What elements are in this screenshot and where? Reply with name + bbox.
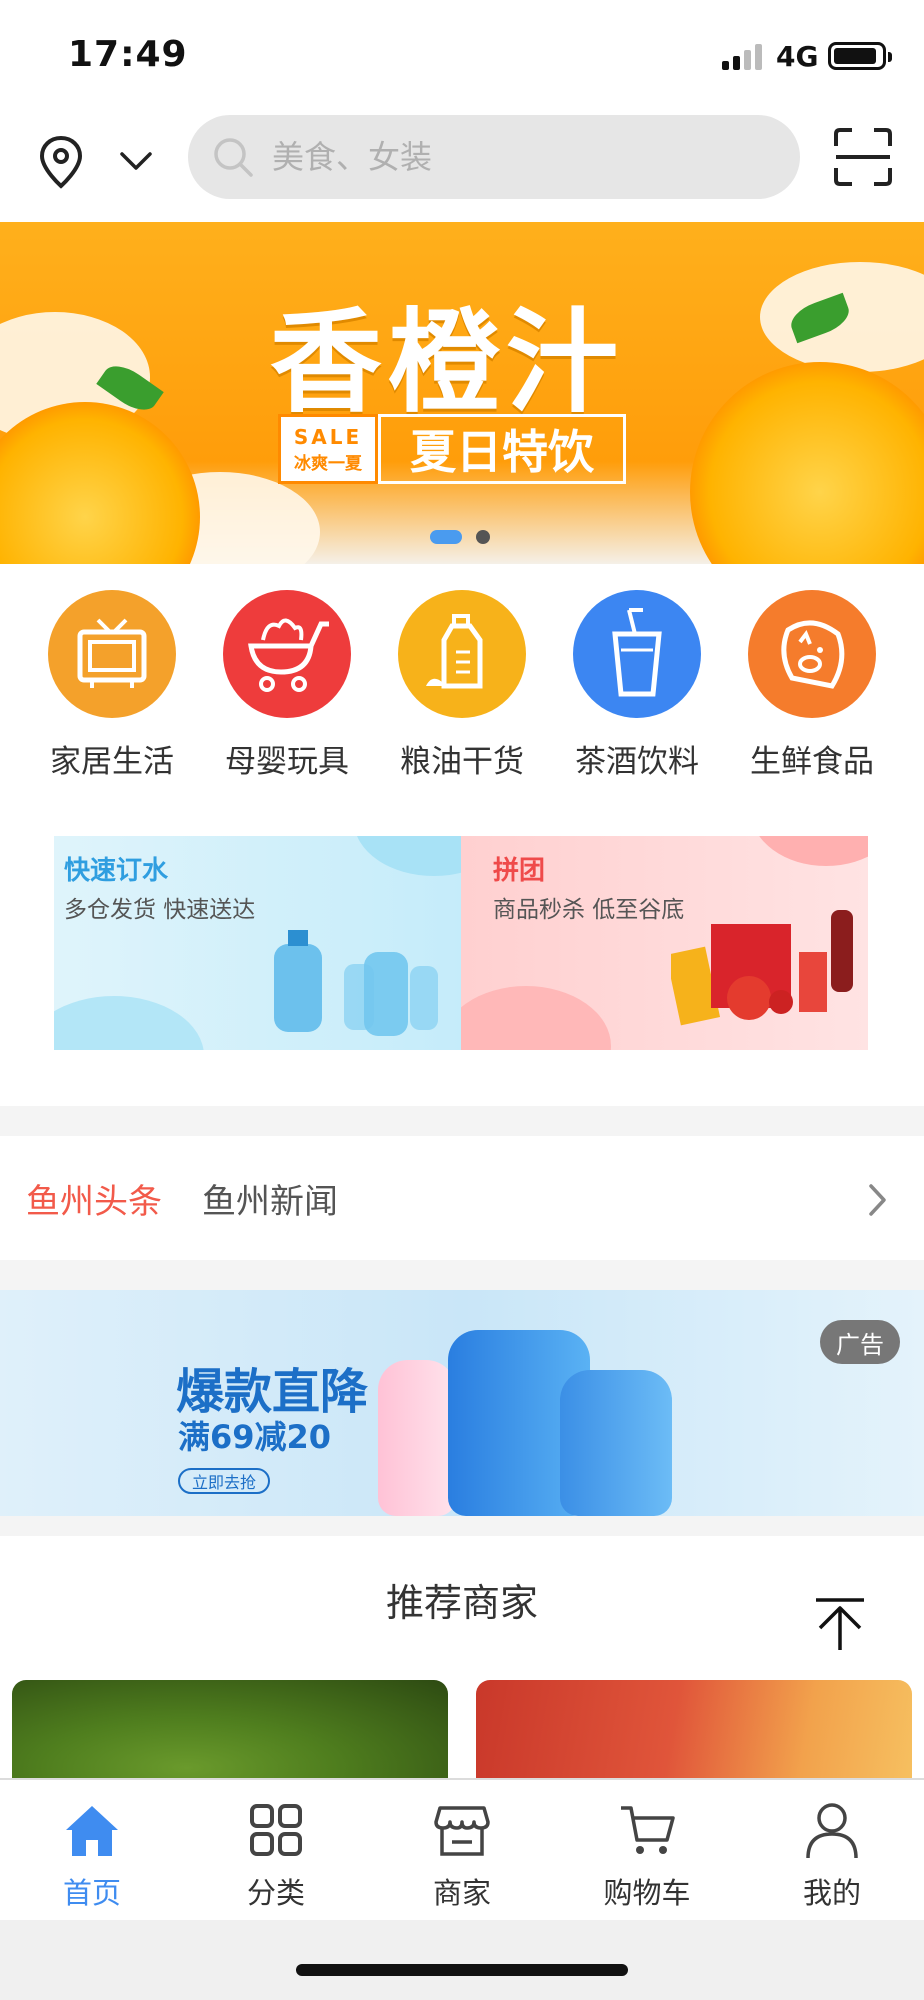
carousel-dot-active[interactable] xyxy=(430,530,462,544)
stroller-icon xyxy=(223,590,351,718)
chevron-down-icon[interactable] xyxy=(116,146,156,176)
promo-title: 拼团 xyxy=(493,856,546,886)
category-item-home-living[interactable]: 家居生活 xyxy=(32,590,192,781)
category-label: 茶酒饮料 xyxy=(575,744,699,780)
promo-card-water-order[interactable]: 快速订水 多仓发货 快速送达 xyxy=(54,836,461,1050)
tab-merchants[interactable]: 商家 xyxy=(370,1780,554,1922)
search-icon xyxy=(214,138,253,177)
tab-profile[interactable]: 我的 xyxy=(740,1780,924,1922)
promo-subtitle: 商品秒杀 低至谷底 xyxy=(493,897,685,923)
network-label: 4G xyxy=(776,40,819,73)
status-bar: 17:49 4G xyxy=(0,0,924,110)
ad-subtitle: 满69减20 xyxy=(178,1418,332,1456)
carousel-dots xyxy=(430,518,500,558)
banner-tag: SALE 冰爽一夏 夏日特饮 xyxy=(278,414,626,484)
carousel-dot[interactable] xyxy=(476,530,490,544)
merchant-card[interactable] xyxy=(476,1680,912,1790)
category-item-tea-drinks[interactable]: 茶酒饮料 xyxy=(557,590,717,781)
home-icon xyxy=(66,1806,118,1856)
promo-card-group-buy[interactable]: 拼团 商品秒杀 低至谷底 xyxy=(461,836,868,1050)
news-headline[interactable]: 鱼州新闻 xyxy=(202,1174,338,1223)
orange-slice-image xyxy=(690,362,924,564)
search-bar[interactable] xyxy=(188,115,800,199)
drink-cup-icon xyxy=(573,590,701,718)
tab-label: 我的 xyxy=(802,1876,861,1910)
news-ticker[interactable]: 鱼州头条 鱼州新闻 xyxy=(0,1136,924,1260)
orange-slice-image xyxy=(0,402,200,564)
detergent-bottle-image xyxy=(560,1370,672,1516)
category-label: 家居生活 xyxy=(50,744,174,780)
oil-bottle-icon xyxy=(398,590,526,718)
promo-cards: 快速订水 多仓发货 快速送达 拼团 商品秒杀 低至谷底 xyxy=(54,836,868,1050)
battery-icon xyxy=(828,42,892,70)
category-grid: 家居生活 母婴玩具 粮油干货 茶酒饮料 生鲜食品 xyxy=(0,590,924,790)
back-to-top-icon[interactable] xyxy=(812,1596,868,1652)
category-label: 母婴玩具 xyxy=(225,744,349,780)
signal-icon xyxy=(722,44,764,70)
promo-banner-carousel[interactable]: 香橙汁 SALE 冰爽一夏 夏日特饮 xyxy=(0,222,924,564)
tab-label: 商家 xyxy=(432,1876,491,1910)
tv-icon xyxy=(48,590,176,718)
user-icon xyxy=(806,1803,858,1859)
home-indicator[interactable] xyxy=(296,1964,628,1976)
decoration-blob xyxy=(354,836,461,876)
bottom-tab-bar: 首页 分类 商家 购物车 我的 xyxy=(0,1778,924,1920)
status-time: 17:49 xyxy=(68,34,188,75)
tab-home[interactable]: 首页 xyxy=(0,1780,184,1922)
sale-tag-cn: 冰爽一夏 xyxy=(294,453,362,474)
category-label: 生鲜食品 xyxy=(750,744,874,780)
category-item-grain-oil[interactable]: 粮油干货 xyxy=(382,590,542,781)
promo-subtitle: 多仓发货 快速送达 xyxy=(64,897,256,923)
banner-title: 香橙汁 xyxy=(270,298,624,428)
section-title-recommended: 推荐商家 xyxy=(385,1581,538,1625)
sale-tag-en: SALE xyxy=(293,424,363,449)
tab-cart[interactable]: 购物车 xyxy=(555,1780,739,1922)
tab-label: 分类 xyxy=(246,1876,305,1910)
cart-icon xyxy=(621,1806,675,1854)
ad-badge: 广告 xyxy=(820,1320,900,1364)
top-header xyxy=(0,110,924,220)
chevron-right-icon[interactable] xyxy=(862,1180,892,1220)
snacks-products-image xyxy=(671,910,853,1026)
detergent-bottle-image xyxy=(378,1360,456,1516)
category-item-fresh-food[interactable]: 生鲜食品 xyxy=(732,590,892,781)
search-input[interactable] xyxy=(272,115,772,199)
decoration-blob xyxy=(751,836,868,866)
section-divider xyxy=(0,1260,924,1290)
category-item-baby-toys[interactable]: 母婴玩具 xyxy=(207,590,367,781)
promo-title: 快速订水 xyxy=(64,856,169,886)
decoration-blob xyxy=(461,986,611,1050)
section-divider xyxy=(0,1106,924,1136)
ad-grab-button[interactable]: 立即去抢 xyxy=(178,1468,270,1494)
water-bottles-image xyxy=(274,930,438,1036)
news-brand-label: 鱼州头条 xyxy=(26,1182,162,1222)
category-label: 粮油干货 xyxy=(400,744,524,780)
scan-icon[interactable] xyxy=(832,126,894,188)
pig-icon xyxy=(748,590,876,718)
section-divider xyxy=(0,1516,924,1536)
merchant-card[interactable] xyxy=(12,1680,448,1790)
sale-tag: SALE 冰爽一夏 xyxy=(278,414,378,484)
tab-label: 首页 xyxy=(62,1876,121,1910)
decoration-blob xyxy=(54,996,204,1050)
tab-label: 购物车 xyxy=(603,1876,691,1910)
home-indicator-area xyxy=(0,1920,924,2000)
tab-category[interactable]: 分类 xyxy=(184,1780,368,1922)
banner-tagline: 夏日特饮 xyxy=(378,414,626,484)
location-pin-icon[interactable] xyxy=(36,134,86,190)
store-icon xyxy=(434,1806,490,1856)
category-grid-icon xyxy=(250,1804,302,1856)
ad-banner[interactable]: 爆款直降 满69减20 立即去抢 广告 xyxy=(0,1290,924,1516)
